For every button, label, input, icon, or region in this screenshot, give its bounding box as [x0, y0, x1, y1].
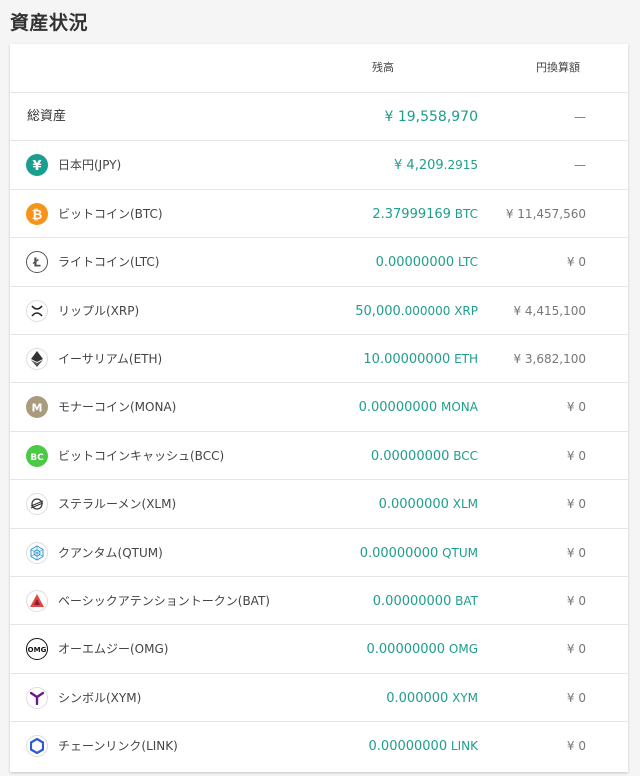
- bitcoin-cash-icon: BC: [26, 444, 48, 467]
- table-row[interactable]: Ł ライトコイン(LTC) 0.00000000 LTC ¥ 0: [10, 238, 628, 287]
- total-assets-jpy: —: [574, 110, 586, 124]
- table-row[interactable]: リップル(XRP) 50,000.000000 XRP ¥ 4,415,100: [10, 287, 628, 335]
- asset-jpy-value: ¥ 0: [566, 642, 586, 657]
- chainlink-icon: [26, 735, 48, 758]
- table-row[interactable]: ₿ ビットコイン(BTC) 2.37999169 BTC ¥ 11,457,56…: [10, 190, 628, 239]
- asset-name: リップル(XRP): [58, 303, 140, 318]
- total-assets-row: 総資産 ¥ 19,558,970 —: [10, 93, 628, 142]
- asset-name: オーエムジー(OMG): [58, 642, 169, 657]
- symbol-icon: [26, 686, 48, 709]
- asset-name: ビットコインキャッシュ(BCC): [58, 448, 225, 463]
- asset-balance: 0.00000000 BCC: [370, 448, 478, 464]
- asset-name: ビットコイン(BTC): [58, 206, 163, 221]
- asset-name: クアンタム(QTUM): [58, 545, 163, 560]
- bat-icon: [26, 589, 48, 612]
- asset-name: ステラルーメン(XLM): [58, 497, 177, 512]
- asset-name: シンボル(XYM): [58, 690, 142, 705]
- asset-jpy-value: ¥ 3,682,100: [513, 351, 586, 366]
- table-row[interactable]: M モナーコイン(MONA) 0.00000000 MONA ¥ 0: [10, 383, 628, 432]
- total-assets-balance: ¥ 19,558,970: [384, 109, 478, 125]
- table-row[interactable]: ¥ 日本円(JPY) ¥ 4,209.2915 —: [10, 141, 628, 190]
- omg-icon: OMG: [26, 638, 48, 661]
- asset-balance: 0.00000000 MONA: [358, 400, 478, 416]
- asset-jpy-value: ¥ 0: [566, 448, 586, 463]
- page-title: 資産状況: [10, 12, 89, 34]
- svg-text:Ł: Ł: [32, 256, 41, 270]
- asset-jpy-value: ¥ 11,457,560: [505, 206, 586, 221]
- header-jpy-value: 円換算額: [536, 61, 580, 74]
- asset-jpy-value: ¥ 0: [566, 497, 586, 512]
- table-row[interactable]: ベーシックアテンショントークン(BAT) 0.00000000 BAT ¥ 0: [10, 577, 628, 626]
- asset-jpy-value: ¥ 0: [566, 739, 586, 754]
- table-row[interactable]: OMG オーエムジー(OMG) 0.00000000 OMG ¥ 0: [10, 625, 628, 674]
- asset-balance: 2.37999169 BTC: [372, 206, 478, 222]
- table-row[interactable]: クアンタム(QTUM) 0.00000000 QTUM ¥ 0: [10, 529, 628, 577]
- asset-balance: 0.000000 XYM: [386, 690, 478, 706]
- asset-jpy-value: —: [574, 158, 586, 173]
- monacoin-icon: M: [26, 396, 48, 419]
- svg-text:¥: ¥: [32, 159, 41, 174]
- asset-jpy-value: ¥ 4,415,100: [513, 303, 586, 318]
- yen-icon: ¥: [26, 154, 48, 177]
- asset-balance: 0.00000000 LTC: [375, 255, 478, 271]
- header-balance: 残高: [372, 61, 394, 74]
- total-assets-label: 総資産: [27, 109, 67, 124]
- table-header: 残高 円換算額: [10, 44, 628, 93]
- asset-balance: 0.00000000 LINK: [368, 739, 478, 755]
- table-row[interactable]: BC ビットコインキャッシュ(BCC) 0.00000000 BCC ¥ 0: [10, 432, 628, 481]
- bitcoin-icon: ₿: [26, 202, 48, 225]
- asset-balance: ¥ 4,209.2915: [394, 158, 478, 174]
- asset-name: ベーシックアテンショントークン(BAT): [58, 593, 270, 608]
- litecoin-icon: Ł: [26, 251, 48, 274]
- table-row[interactable]: イーサリアム(ETH) 10.00000000 ETH ¥ 3,682,100: [10, 335, 628, 384]
- asset-jpy-value: ¥ 0: [566, 690, 586, 705]
- svg-text:M: M: [32, 402, 43, 415]
- svg-text:BC: BC: [30, 453, 44, 463]
- svg-text:₿: ₿: [32, 208, 43, 223]
- asset-name: モナーコイン(MONA): [58, 400, 177, 415]
- asset-balance: 50,000.000000 XRP: [355, 303, 478, 319]
- table-row[interactable]: チェーンリンク(LINK) 0.00000000 LINK ¥ 0: [10, 722, 628, 770]
- asset-table: 残高 円換算額 総資産 ¥ 19,558,970 — ¥ 日本円(JPY) ¥ …: [10, 44, 628, 772]
- asset-name: チェーンリンク(LINK): [58, 739, 178, 754]
- stellar-icon: [26, 493, 48, 516]
- table-row[interactable]: シンボル(XYM) 0.000000 XYM ¥ 0: [10, 674, 628, 723]
- ripple-icon: [26, 299, 48, 322]
- asset-name: ライトコイン(LTC): [58, 255, 160, 270]
- asset-jpy-value: ¥ 0: [566, 400, 586, 415]
- asset-balance: 0.00000000 BAT: [372, 593, 478, 609]
- asset-balance: 0.00000000 QTUM: [359, 545, 478, 561]
- table-row[interactable]: ステラルーメン(XLM) 0.0000000 XLM ¥ 0: [10, 480, 628, 529]
- asset-name: 日本円(JPY): [58, 158, 122, 173]
- qtum-icon: [26, 541, 48, 564]
- asset-balance: 0.00000000 OMG: [366, 642, 479, 658]
- asset-jpy-value: ¥ 0: [566, 593, 586, 608]
- asset-balance: 10.00000000 ETH: [363, 351, 478, 367]
- asset-balance: 0.0000000 XLM: [378, 497, 478, 513]
- asset-jpy-value: ¥ 0: [566, 545, 586, 560]
- asset-name: イーサリアム(ETH): [58, 351, 163, 366]
- asset-jpy-value: ¥ 0: [566, 255, 586, 270]
- ethereum-icon: [26, 347, 48, 370]
- svg-text:OMG: OMG: [28, 646, 47, 654]
